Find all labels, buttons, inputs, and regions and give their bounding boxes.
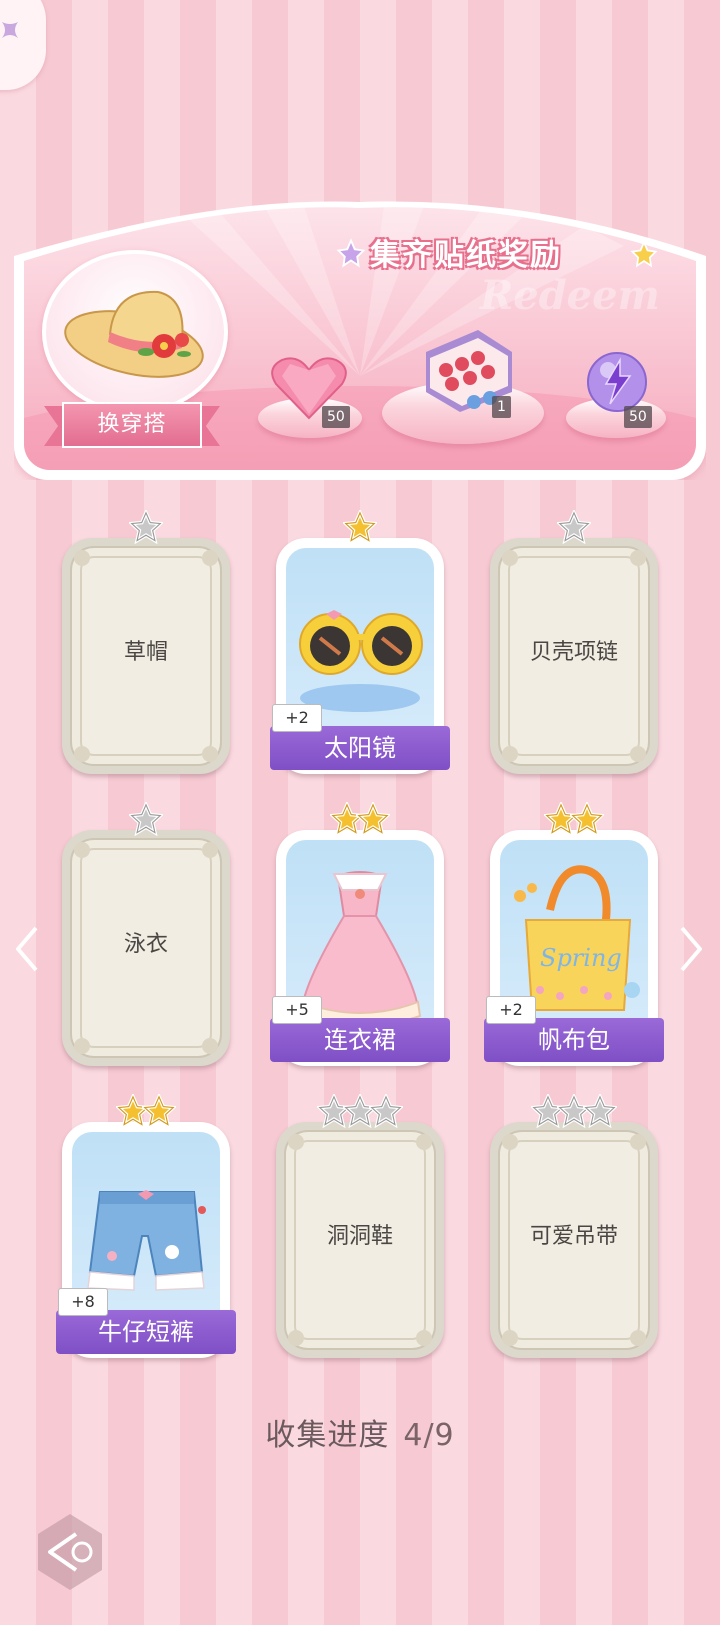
banner-title: 集齐贴纸奖励 [370,238,562,273]
rarity-stars [62,510,230,546]
energy-orb-icon [587,352,647,412]
rarity-stars [62,802,230,838]
rarity-stars [62,1094,230,1130]
card-name: 洞洞鞋 [326,1224,393,1249]
star-icon [570,802,604,836]
sticker-card[interactable]: 贝壳项链 [490,510,658,774]
collection-progress: 收集进度 4/9 [0,1410,720,1454]
sticker-card[interactable]: 洞洞鞋 [276,1094,444,1358]
rarity-stars [490,802,658,838]
bonus-tag: +2 [272,704,322,732]
menu-corner-button[interactable] [0,0,46,90]
rarity-stars [490,1094,658,1130]
card-name: 泳衣 [123,932,168,957]
card-name: 太阳镜 [270,726,450,770]
sticker-card[interactable]: 泳衣 [62,802,230,1066]
change-outfit-button[interactable]: 换穿搭 [44,402,220,448]
star-deco-icon [630,240,658,268]
star-icon [129,802,163,836]
sticker-card[interactable]: 太阳镜 +2 [270,510,450,774]
rarity-stars [276,1094,444,1130]
card-name: 可爱吊带 [529,1224,618,1249]
star-deco-icon [336,238,366,268]
progress-label: 收集进度 [265,1418,390,1453]
sticker-card[interactable]: Spring 帆布包 +2 [484,802,664,1066]
card-name: 连衣裙 [270,1018,450,1062]
sticker-card[interactable]: 牛仔短裤 +8 [56,1094,236,1358]
card-name: 草帽 [123,640,168,665]
star-icon [129,510,163,544]
bonus-tag: +5 [272,996,322,1024]
bonus-tag: +8 [58,1288,108,1316]
bonus-tag: +2 [486,996,536,1024]
star-icon [343,510,377,544]
petal-icon [2,22,18,38]
progress-value: 4/9 [403,1418,455,1453]
star-icon [557,510,591,544]
star-icon [356,802,390,836]
straw-hat-icon [64,290,204,378]
card-name: 牛仔短裤 [56,1310,236,1354]
sticker-card[interactable]: 草帽 [62,510,230,774]
star-icon [142,1094,176,1128]
energy-orb-count: 50 [624,406,652,428]
star-icon [369,1094,403,1128]
rarity-stars [276,802,444,838]
change-outfit-label: 换穿搭 [62,402,202,448]
sticker-card[interactable]: 连衣裙 +5 [270,802,450,1066]
heart-gem-count: 50 [322,406,350,428]
card-name: 贝壳项链 [529,640,618,665]
rarity-stars [490,510,658,546]
star-icon [583,1094,617,1128]
rarity-stars [276,510,444,546]
sticker-card[interactable]: 可爱吊带 [490,1094,658,1358]
card-name: 帆布包 [484,1018,664,1062]
svg-text:Spring: Spring [540,944,622,972]
gift-box-count: 1 [492,396,511,418]
back-button[interactable] [30,1512,110,1592]
arrow-right-icon[interactable] [676,924,706,974]
arrow-left-icon[interactable] [12,924,42,974]
